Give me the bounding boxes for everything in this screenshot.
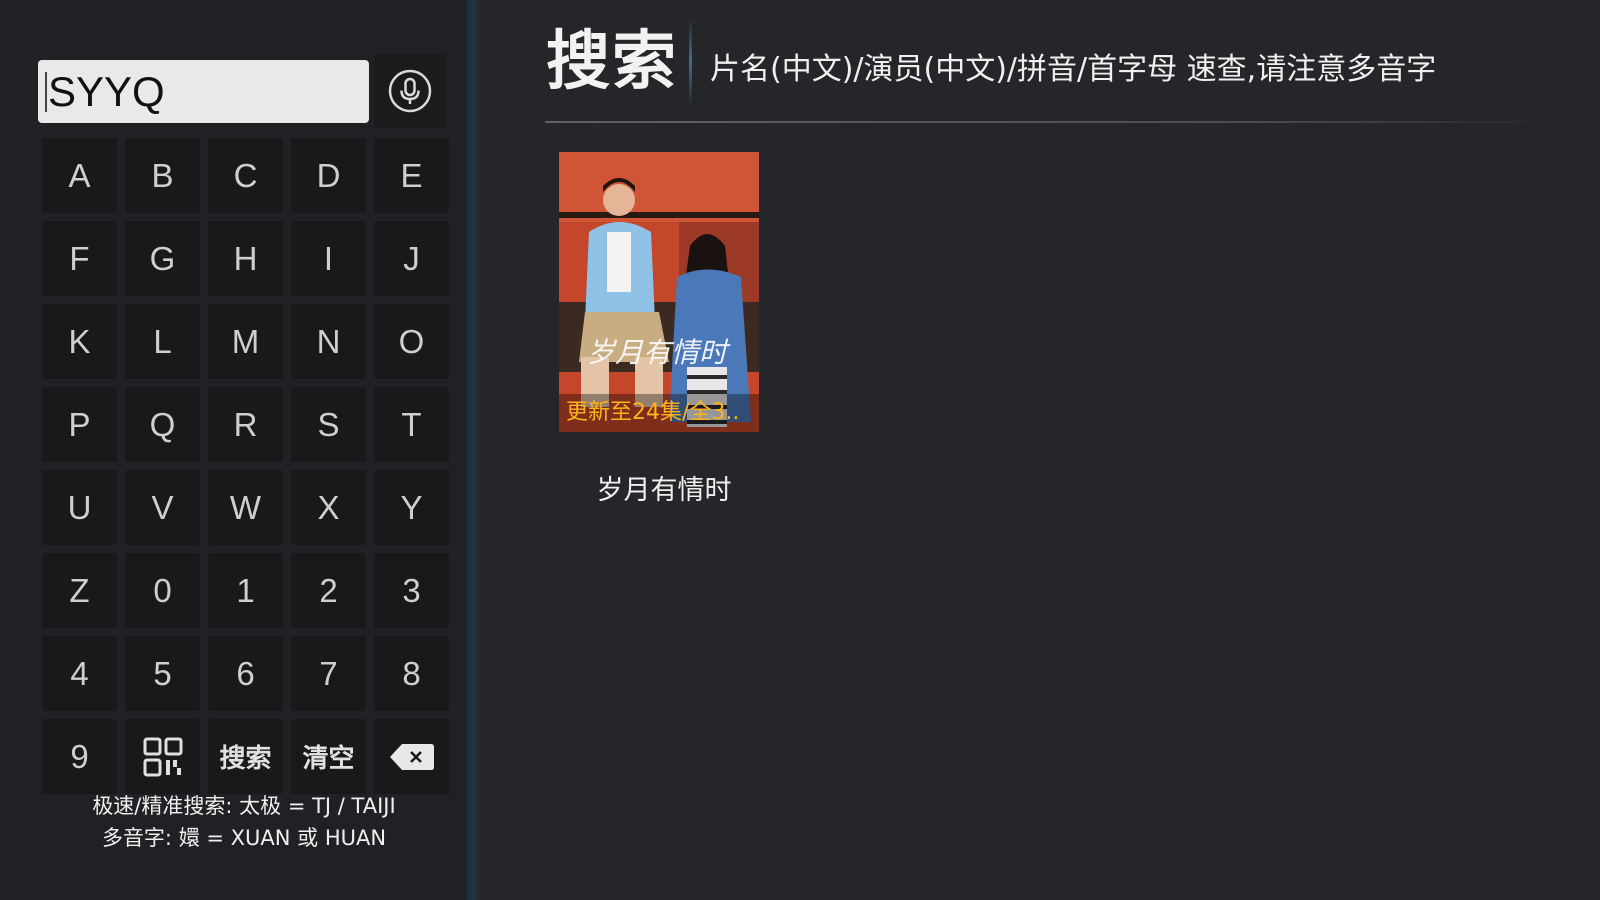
key-5[interactable]: 5 (125, 636, 200, 711)
key-t[interactable]: T (374, 387, 449, 462)
search-input-value: SYYQ (48, 68, 165, 115)
key-k[interactable]: K (42, 304, 117, 379)
search-hint-text: 片名(中文)/演员(中文)/拼音/首字母 速查,请注意多音字 (710, 52, 1437, 87)
key-o[interactable]: O (374, 304, 449, 379)
key-g[interactable]: G (125, 221, 200, 296)
result-poster-card[interactable]: 岁月有情时 更新至24集/全3.. (559, 152, 759, 432)
search-key[interactable]: 搜索 (208, 719, 283, 794)
key-n[interactable]: N (291, 304, 366, 379)
poster-image: 岁月有情时 (559, 152, 759, 432)
page-title: 搜索 (546, 25, 678, 99)
key-v[interactable]: V (125, 470, 200, 545)
key-8[interactable]: 8 (374, 636, 449, 711)
key-6[interactable]: 6 (208, 636, 283, 711)
key-a[interactable]: A (42, 138, 117, 213)
heading-divider (689, 18, 692, 106)
voice-search-button[interactable] (374, 54, 446, 128)
key-9[interactable]: 9 (42, 719, 117, 794)
key-e[interactable]: E (374, 138, 449, 213)
poster-title-art: 岁月有情时 (587, 336, 731, 369)
key-f[interactable]: F (42, 221, 117, 296)
key-d[interactable]: D (291, 138, 366, 213)
key-0[interactable]: 0 (125, 553, 200, 628)
key-7[interactable]: 7 (291, 636, 366, 711)
search-input[interactable]: SYYQ (38, 60, 369, 123)
key-1[interactable]: 1 (208, 553, 283, 628)
fast-search-hint: 极速/精准搜索: 太极 = TJ / TAIJI (92, 794, 396, 818)
qr-code-button[interactable] (125, 719, 200, 794)
key-m[interactable]: M (208, 304, 283, 379)
key-z[interactable]: Z (42, 553, 117, 628)
key-p[interactable]: P (42, 387, 117, 462)
result-title[interactable]: 岁月有情时 (559, 468, 769, 507)
key-w[interactable]: W (208, 470, 283, 545)
key-y[interactable]: Y (374, 470, 449, 545)
episode-status-badge: 更新至24集/全3.. (559, 394, 759, 432)
panel-divider (466, 0, 480, 900)
polyphone-hint: 多音字: 嬛 = XUAN 或 HUAN (101, 826, 387, 850)
text-caret (45, 71, 47, 112)
key-h[interactable]: H (208, 221, 283, 296)
key-l[interactable]: L (125, 304, 200, 379)
key-b[interactable]: B (125, 138, 200, 213)
key-r[interactable]: R (208, 387, 283, 462)
key-c[interactable]: C (208, 138, 283, 213)
key-x[interactable]: X (291, 470, 366, 545)
key-4[interactable]: 4 (42, 636, 117, 711)
key-i[interactable]: I (291, 221, 366, 296)
microphone-icon (388, 69, 432, 113)
key-2[interactable]: 2 (291, 553, 366, 628)
key-q[interactable]: Q (125, 387, 200, 462)
header-divider (545, 121, 1555, 123)
key-s[interactable]: S (291, 387, 366, 462)
key-j[interactable]: J (374, 221, 449, 296)
clear-key[interactable]: 清空 (291, 719, 366, 794)
backspace-icon (389, 743, 434, 770)
qr-code-icon (143, 737, 182, 776)
backspace-button[interactable] (374, 719, 449, 794)
key-u[interactable]: U (42, 470, 117, 545)
key-3[interactable]: 3 (374, 553, 449, 628)
